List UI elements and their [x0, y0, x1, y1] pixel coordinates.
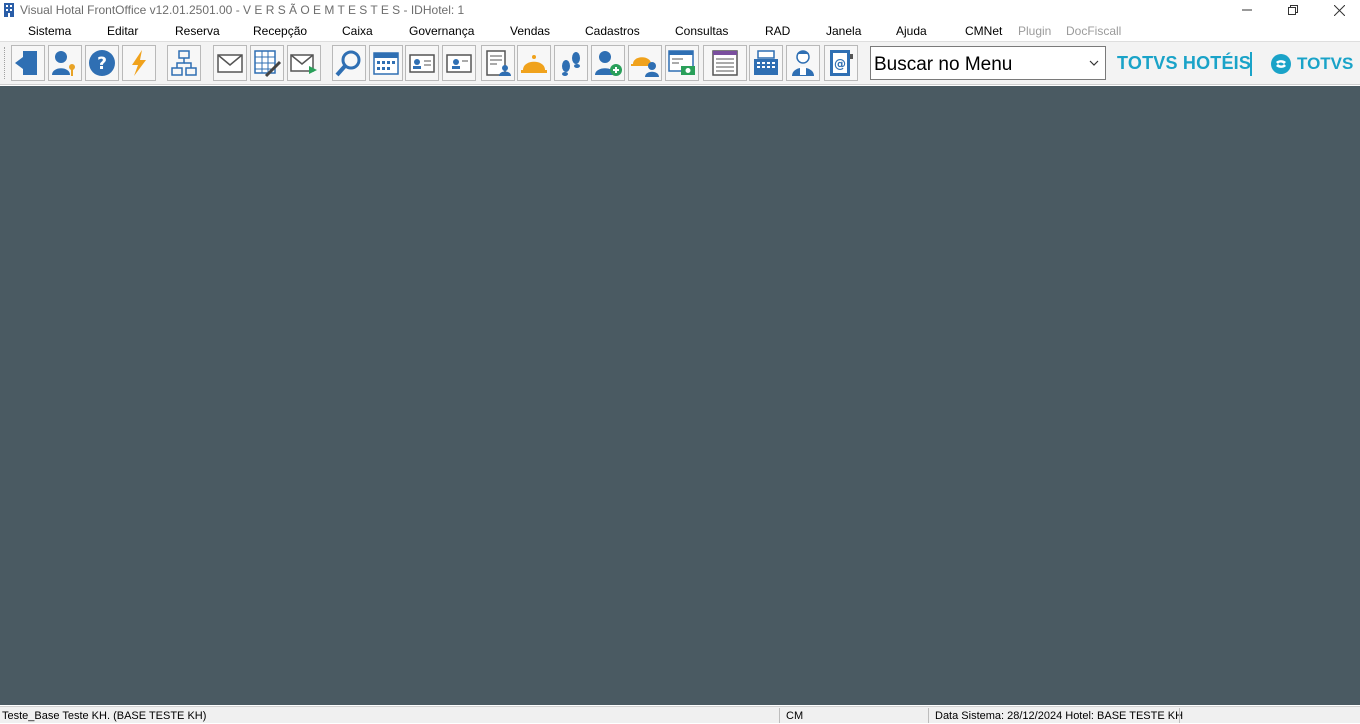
cash-register-button[interactable]: [749, 45, 783, 81]
mail-icon: [217, 54, 243, 73]
search-icon: [335, 50, 361, 77]
totvs-logo-icon: [1271, 54, 1291, 74]
exit-icon: [15, 51, 37, 75]
exit-button[interactable]: [11, 45, 45, 81]
guest-card-icon: [409, 54, 435, 73]
chevron-down-icon[interactable]: [1089, 59, 1099, 67]
spreadsheet-edit-button[interactable]: [250, 45, 284, 81]
user-key-icon: [52, 51, 75, 76]
hotel-building-icon: [4, 3, 14, 17]
close-icon: [1333, 4, 1345, 16]
svg-text:?: ?: [97, 54, 107, 74]
brand-product-name: TOTVS HOTÉIS: [1117, 53, 1252, 73]
restore-button[interactable]: [1270, 0, 1316, 20]
close-button[interactable]: [1316, 0, 1360, 20]
status-database: Teste_Base Teste KH. (BASE TESTE KH): [2, 710, 207, 722]
quick-action-button[interactable]: [122, 45, 156, 81]
calendar-icon: [373, 52, 399, 75]
menu-bar: Sistema Editar Reserva Recepção Caixa Go…: [0, 20, 1360, 41]
add-guest-button[interactable]: [591, 45, 625, 81]
status-divider: [1179, 708, 1180, 723]
spreadsheet-edit-icon: [254, 50, 282, 78]
svg-text:@: @: [834, 57, 846, 71]
mail-button[interactable]: [213, 45, 247, 81]
menu-consultas[interactable]: Consultas: [675, 24, 728, 38]
status-divider: [928, 708, 929, 723]
bell-icon: [521, 55, 547, 73]
lightning-icon: [132, 50, 146, 76]
menu-governanca[interactable]: Governança: [409, 24, 474, 38]
menu-search-value: Buscar no Menu: [874, 54, 1013, 75]
toolbar-grip[interactable]: [4, 47, 7, 79]
menu-cmnet[interactable]: CMNet: [965, 24, 1002, 38]
group-bell-button[interactable]: [628, 45, 662, 81]
restore-icon: [1288, 5, 1298, 15]
network-button[interactable]: [167, 45, 201, 81]
group-bell-icon: [631, 57, 659, 77]
bell-button[interactable]: [517, 45, 551, 81]
cash-window-button[interactable]: [665, 45, 699, 81]
menu-recepcao[interactable]: Recepção: [253, 24, 307, 38]
menu-sistema[interactable]: Sistema: [28, 24, 71, 38]
brand-company-name: TOTVS: [1297, 54, 1354, 73]
status-bar: Teste_Base Teste KH. (BASE TESTE KH) CM …: [0, 706, 1360, 723]
minimize-button[interactable]: [1224, 0, 1270, 20]
menu-reserva[interactable]: Reserva: [175, 24, 220, 38]
menu-cadastros[interactable]: Cadastros: [585, 24, 640, 38]
document-person-icon: [486, 50, 511, 76]
title-bar: Visual Hotal FrontOffice v12.01.2501.00 …: [0, 0, 1360, 20]
document-person-button[interactable]: [481, 45, 515, 81]
menu-vendas[interactable]: Vendas: [510, 24, 550, 38]
menu-editar[interactable]: Editar: [107, 24, 138, 38]
footsteps-icon: [562, 52, 580, 76]
status-module: CM: [786, 710, 804, 722]
user-key-button[interactable]: [48, 45, 82, 81]
minimize-icon: [1242, 9, 1252, 11]
housekeeper-button[interactable]: [786, 45, 820, 81]
menu-plugin[interactable]: Plugin: [1018, 24, 1051, 38]
brand-divider: [1250, 52, 1252, 76]
add-guest-icon: [595, 51, 622, 76]
menu-docfiscall[interactable]: DocFiscall: [1066, 24, 1121, 38]
menu-caixa[interactable]: Caixa: [342, 24, 373, 38]
menu-janela[interactable]: Janela: [826, 24, 861, 38]
mail-send-icon: [290, 54, 317, 74]
toolbar: ? @ Buscar no Menu TOTVS HOTÉIS TOTVS: [0, 41, 1360, 85]
menu-rad[interactable]: RAD: [765, 24, 790, 38]
mail-send-button[interactable]: [287, 45, 321, 81]
search-button[interactable]: [332, 45, 366, 81]
mdi-workspace[interactable]: [0, 86, 1360, 705]
list-icon: [712, 50, 738, 76]
guest-card-button[interactable]: [405, 45, 439, 81]
housekeeper-icon: [792, 50, 814, 76]
network-icon: [171, 50, 197, 76]
help-icon: ?: [89, 50, 115, 76]
window-title: Visual Hotal FrontOffice v12.01.2501.00 …: [20, 3, 465, 17]
guest-card-alt-button[interactable]: [442, 45, 476, 81]
email-book-button[interactable]: @: [824, 45, 858, 81]
email-book-icon: @: [830, 50, 853, 76]
help-button[interactable]: ?: [85, 45, 119, 81]
guest-card-alt-icon: [446, 54, 472, 73]
menu-ajuda[interactable]: Ajuda: [896, 24, 927, 38]
status-system-date: Data Sistema: 28/12/2024 Hotel: BASE TES…: [935, 710, 1184, 722]
menu-search-combo[interactable]: Buscar no Menu: [870, 46, 1106, 80]
cash-register-icon: [754, 50, 778, 75]
cash-window-icon: [668, 50, 695, 75]
status-divider: [779, 708, 780, 723]
list-button[interactable]: [703, 45, 747, 81]
calendar-button[interactable]: [369, 45, 403, 81]
footsteps-button[interactable]: [554, 45, 588, 81]
